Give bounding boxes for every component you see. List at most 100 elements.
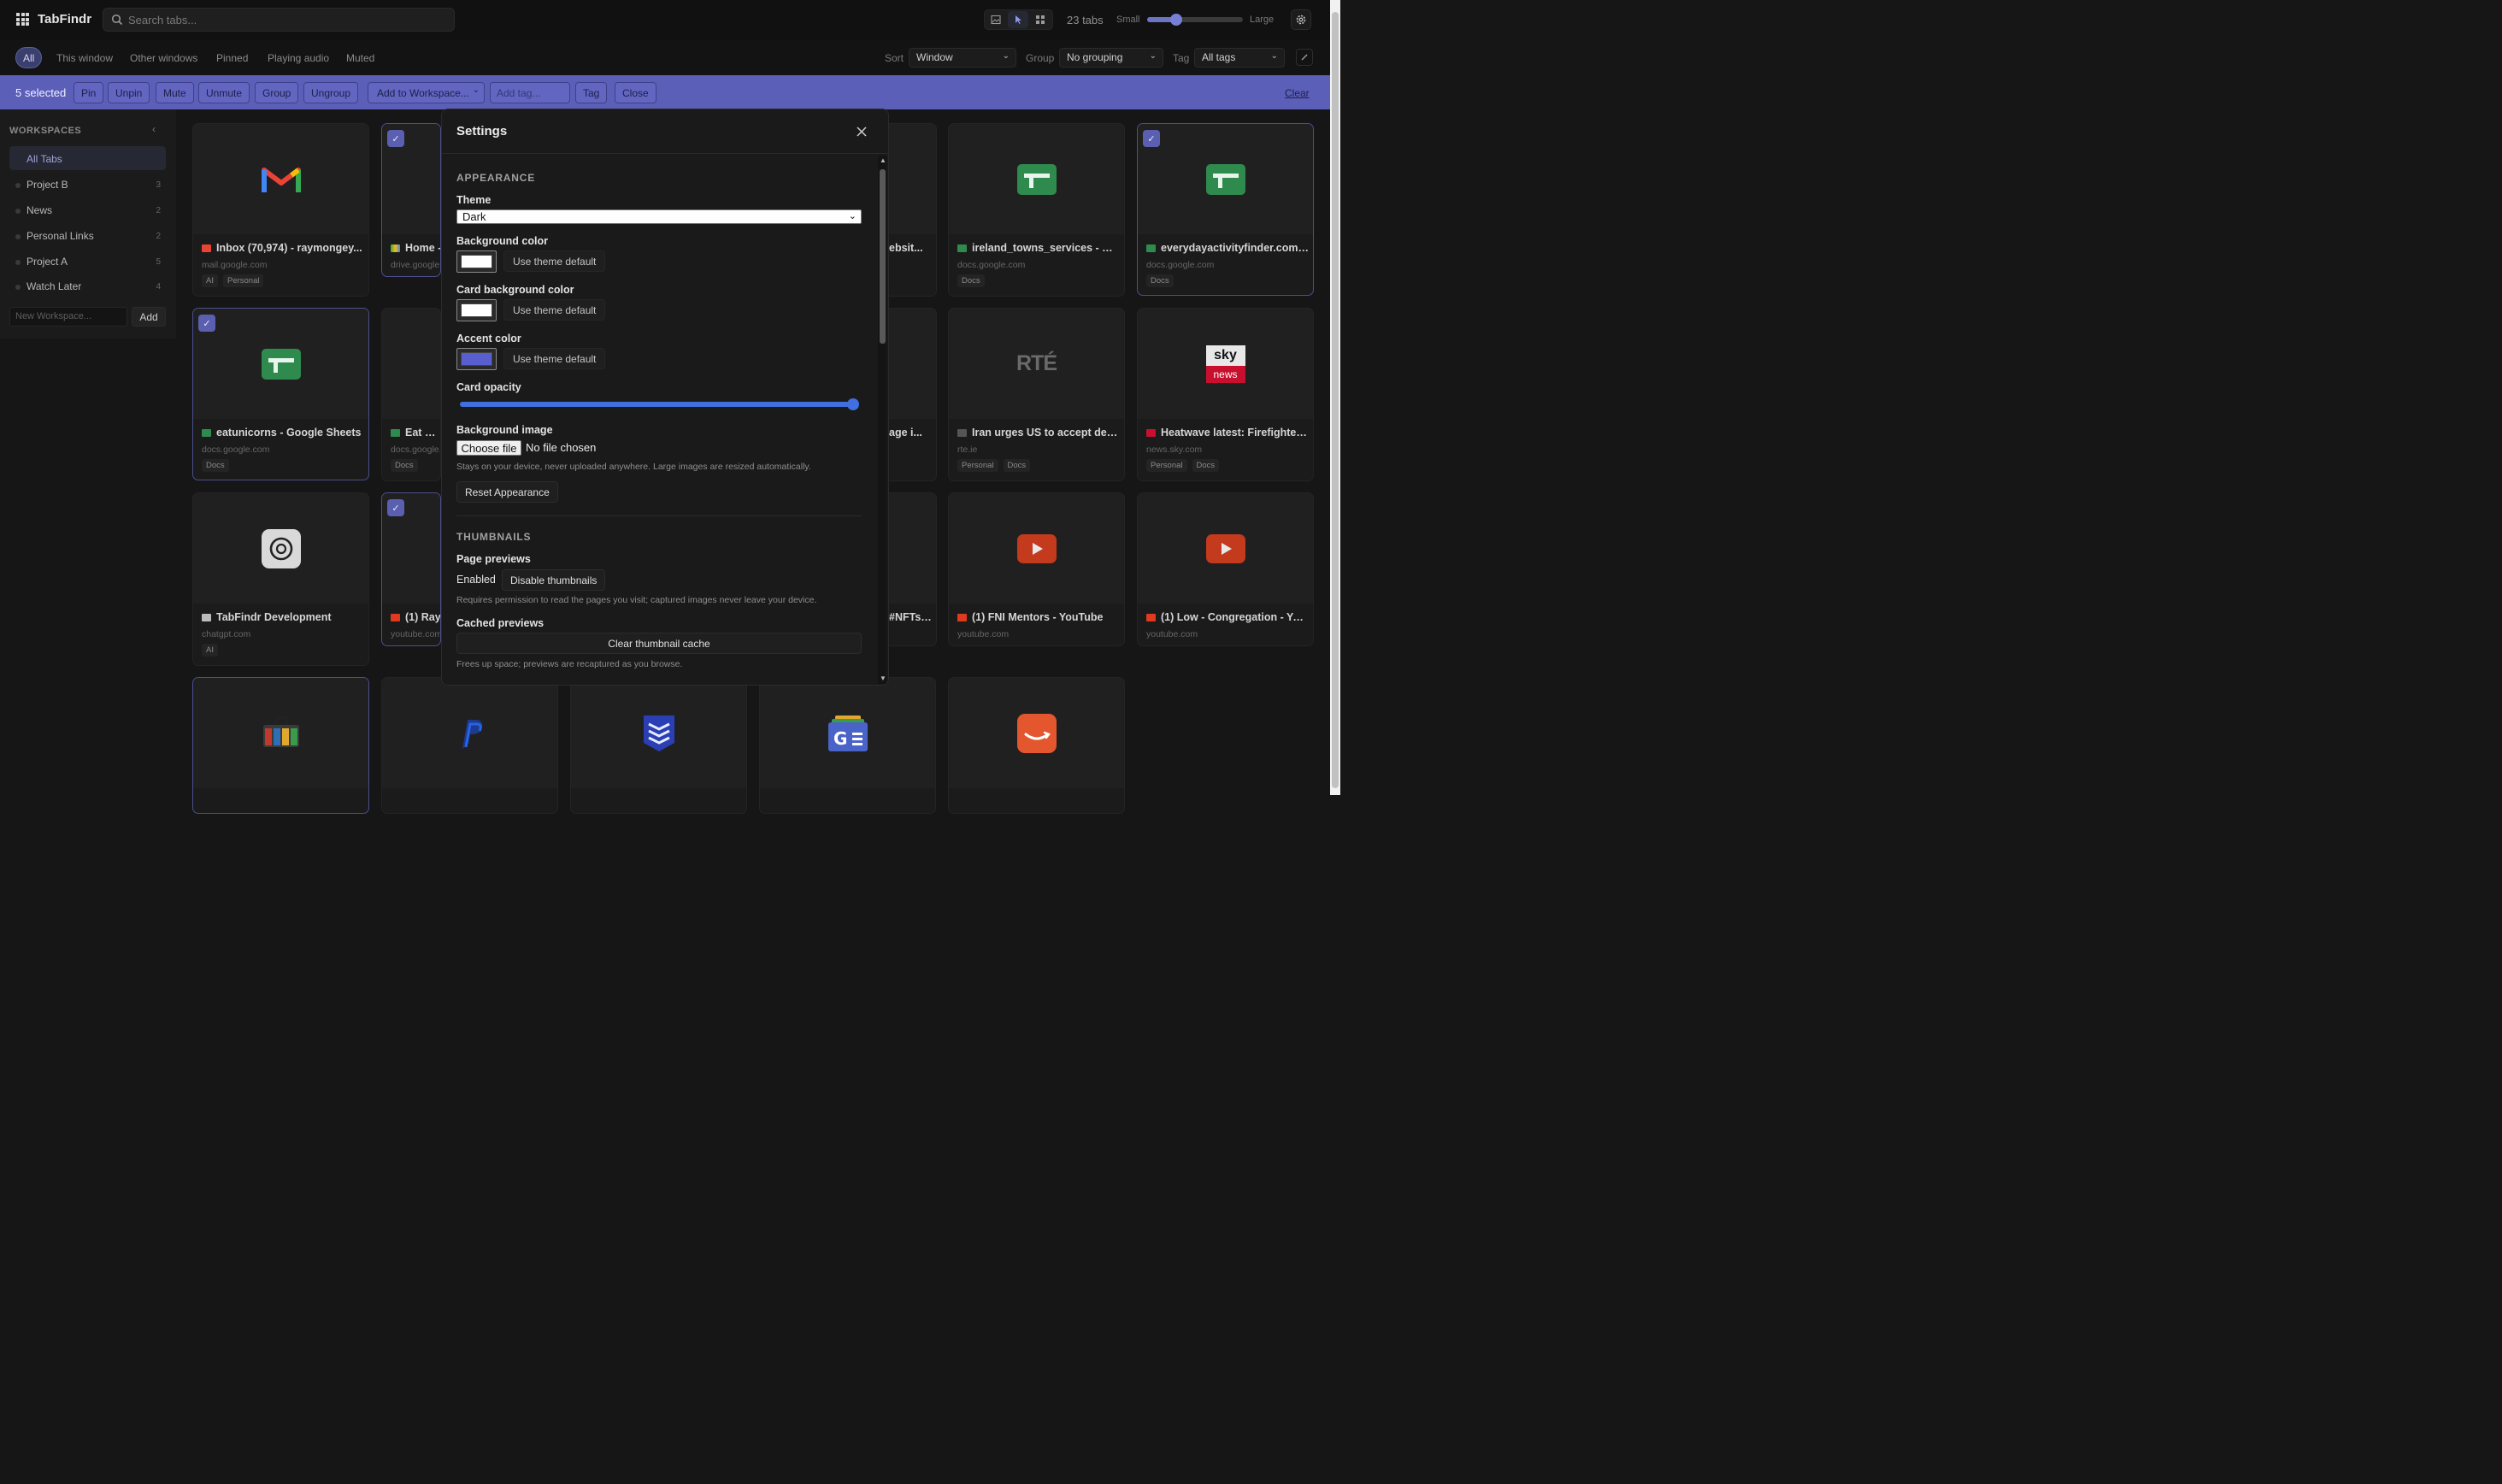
card-background-use-default-button[interactable]: Use theme default [503, 299, 606, 321]
modal-title: Settings [456, 124, 508, 138]
tag-badge[interactable]: Personal [957, 459, 998, 472]
tag-badge[interactable]: Docs [1192, 459, 1220, 472]
tab-card[interactable]: age i... [889, 308, 937, 481]
tab-card[interactable]: ✓ (1) Ray youtube.com [381, 492, 441, 646]
tab-card[interactable]: ✓ Home - drive.google. [381, 123, 441, 277]
checkbox-checked-icon[interactable]: ✓ [198, 315, 215, 332]
tab-card[interactable]: ebsit... [889, 123, 937, 297]
ungroup-button[interactable]: Ungroup [303, 82, 359, 103]
close-tabs-button[interactable]: Close [615, 82, 656, 103]
background-color-picker[interactable] [456, 250, 497, 273]
tab-card[interactable] [381, 677, 558, 814]
settings-button[interactable] [1291, 9, 1311, 30]
tag-badge[interactable]: Docs [1003, 459, 1031, 472]
checkbox-checked-icon[interactable]: ✓ [387, 499, 404, 516]
tab-card[interactable]: RTÉ Iran urges US to accept defe... rte.… [948, 308, 1125, 481]
tag-badge[interactable]: AI [202, 274, 218, 287]
workspace-dot [15, 260, 21, 265]
add-workspace-button[interactable]: Add [132, 307, 166, 327]
accent-use-default-button[interactable]: Use theme default [503, 348, 606, 369]
tag-filter-select[interactable]: All tags ⌄ [1194, 48, 1285, 68]
tab-card[interactable]: #NFTs ... [889, 492, 937, 646]
tab-card[interactable]: TabFindr Development chatgpt.com AI [192, 492, 369, 666]
workspace-count: 2 [156, 206, 161, 215]
group-button[interactable]: Group [255, 82, 299, 103]
clear-thumbnail-cache-button[interactable]: Clear thumbnail cache [456, 633, 862, 654]
group-select[interactable]: No grouping ⌄ [1059, 48, 1163, 68]
accent-color-label: Accent color [456, 333, 521, 344]
filter-playing-audio[interactable]: Playing audio [261, 47, 336, 68]
tab-thumbnail: sky news [1138, 309, 1313, 419]
scroll-up-icon[interactable]: ▲ [880, 156, 886, 164]
tab-card[interactable] [192, 677, 369, 814]
reset-appearance-button[interactable]: Reset Appearance [456, 481, 558, 503]
tab-domain: docs.google.com [1146, 260, 1215, 270]
sidebar-item-all-tabs[interactable]: All Tabs [9, 146, 166, 170]
card-opacity-slider[interactable] [460, 402, 857, 407]
mute-button[interactable]: Mute [156, 82, 194, 103]
tab-card[interactable]: (1) FNI Mentors - YouTube youtube.com [948, 492, 1125, 646]
collapse-sidebar-icon[interactable]: ‹ [152, 123, 156, 135]
card-opacity-handle[interactable] [847, 398, 859, 410]
filter-other-windows[interactable]: Other windows [123, 47, 204, 68]
tag-badge[interactable]: Docs [391, 459, 418, 472]
tag-badge[interactable]: Docs [1146, 274, 1174, 287]
edit-tags-button[interactable] [1296, 49, 1313, 66]
apps-grid-icon[interactable] [16, 13, 29, 26]
tab-card[interactable]: G [759, 677, 936, 814]
tab-card[interactable]: ✓ everydayactivityfinder.com -... docs.g… [1137, 123, 1314, 296]
previews-note: Requires permission to read the pages yo… [456, 595, 817, 605]
card-background-color-picker[interactable] [456, 299, 497, 321]
filter-all[interactable]: All [15, 47, 43, 68]
tag-badge[interactable]: Personal [222, 274, 264, 287]
tab-card[interactable]: Eat Unic docs.google. Docs [381, 308, 441, 481]
filter-this-window[interactable]: This window [50, 47, 120, 68]
tab-card[interactable] [570, 677, 747, 814]
tab-card[interactable]: ireland_towns_services - Go... docs.goog… [948, 123, 1125, 297]
close-icon[interactable] [855, 125, 868, 138]
search-input[interactable]: Search tabs... [103, 8, 455, 32]
theme-select[interactable]: Dark ⌄ [456, 209, 862, 224]
image-view-icon[interactable] [986, 11, 1006, 28]
checkbox-checked-icon[interactable]: ✓ [387, 130, 404, 147]
grid-view-icon[interactable] [1030, 11, 1051, 28]
sheets-favicon [957, 244, 967, 252]
sidebar-item-label: Personal Links [26, 230, 94, 242]
new-workspace-input[interactable]: New Workspace... [9, 307, 127, 327]
unpin-button[interactable]: Unpin [108, 82, 150, 103]
tag-badge[interactable]: Personal [1146, 459, 1187, 472]
tab-card[interactable]: Inbox (70,974) - raymongey... mail.googl… [192, 123, 369, 297]
tag-badge[interactable]: Docs [957, 274, 985, 287]
tab-card[interactable]: (1) Low - Congregation - You... youtube.… [1137, 492, 1314, 646]
tab-thumbnail [193, 678, 368, 788]
section-divider [456, 515, 862, 516]
tab-card[interactable]: sky news Heatwave latest: Firefighters...… [1137, 308, 1314, 481]
modal-scrollbar-thumb[interactable] [880, 169, 886, 344]
background-image-label: Background image [456, 424, 553, 436]
scroll-down-icon[interactable]: ▼ [880, 674, 886, 682]
color-swatch [461, 303, 492, 317]
tab-title: everydayactivityfinder.com -... [1161, 242, 1309, 254]
add-to-workspace-select[interactable]: Add to Workspace... ⌄ [368, 82, 485, 103]
tab-title: Eat Unic [405, 427, 440, 439]
add-tag-input[interactable]: Add tag... [490, 82, 570, 103]
filter-pinned[interactable]: Pinned [209, 47, 255, 68]
tag-button[interactable]: Tag [575, 82, 608, 103]
tab-card[interactable]: ✓ eatunicorns - Google Sheets docs.googl… [192, 308, 369, 480]
sort-select[interactable]: Window ⌄ [909, 48, 1016, 68]
unmute-button[interactable]: Unmute [198, 82, 250, 103]
background-use-default-button[interactable]: Use theme default [503, 250, 606, 272]
filter-muted[interactable]: Muted [339, 47, 381, 68]
checkbox-checked-icon[interactable]: ✓ [1143, 130, 1160, 147]
choose-file-button[interactable]: Choose file [456, 440, 521, 456]
tag-badge[interactable]: Docs [202, 459, 229, 472]
page-scrollbar-thumb[interactable] [1332, 12, 1339, 788]
disable-thumbnails-button[interactable]: Disable thumbnails [502, 569, 606, 591]
tag-badge[interactable]: AI [202, 644, 218, 657]
accent-color-picker[interactable] [456, 348, 497, 370]
clear-selection-link[interactable]: Clear [1285, 87, 1310, 99]
cursor-select-icon[interactable] [1008, 11, 1028, 28]
card-size-handle[interactable] [1170, 14, 1182, 26]
pin-button[interactable]: Pin [74, 82, 104, 103]
tab-card[interactable] [948, 677, 1125, 814]
